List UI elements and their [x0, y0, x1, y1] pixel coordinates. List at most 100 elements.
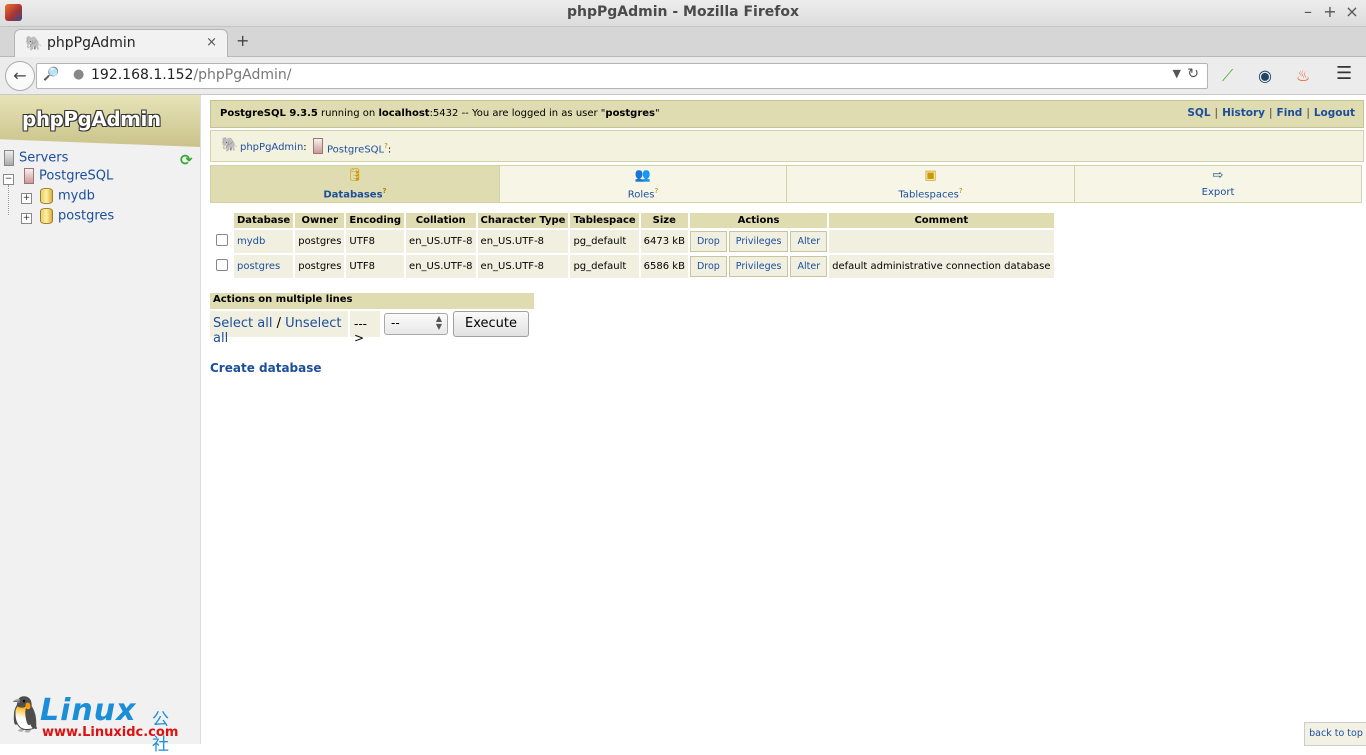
export-icon: ⇨ [1212, 168, 1224, 183]
alter-button[interactable]: Alter [790, 231, 828, 252]
create-database-link[interactable]: Create database [210, 361, 322, 375]
help-icon[interactable]: ? [655, 187, 659, 195]
tab-tablespaces[interactable]: ▣ Tablespaces? [786, 165, 1075, 203]
leaf-addon-icon[interactable]: ⟋ [1222, 66, 1233, 86]
tab-databases[interactable]: 🛢 Databases? [210, 165, 500, 203]
menu-icon[interactable]: ☰ [1336, 63, 1352, 84]
row-checkbox[interactable] [216, 234, 228, 246]
window-title: phpPgAdmin - Mozilla Firefox [567, 4, 799, 20]
cell-encoding: UTF8 [346, 255, 405, 278]
logged-in-end: " [655, 108, 660, 119]
tab-phppgadmin[interactable]: 🐘 phpPgAdmin × [14, 29, 228, 57]
cell-database: mydb [234, 230, 294, 253]
drop-button[interactable]: Drop [689, 231, 727, 252]
tab-databases-label: Databases? [211, 187, 499, 200]
logged-user: postgres [605, 108, 655, 119]
tab-tablespaces-text: Tablespaces [898, 189, 959, 201]
multi-actions-header: Actions on multiple lines [210, 293, 534, 309]
tree-server-postgresql[interactable]: PostgreSQL [24, 168, 113, 184]
help-icon[interactable]: ? [383, 187, 387, 195]
privileges-button[interactable]: Privileges [728, 256, 789, 277]
expand-icon[interactable]: + [21, 213, 32, 224]
maximize-icon[interactable]: + [1320, 2, 1340, 21]
select-separator: / [272, 316, 286, 331]
tab-export-label: Export [1201, 187, 1235, 198]
execute-button[interactable]: Execute [453, 311, 529, 337]
tab-close-icon[interactable]: × [206, 35, 217, 50]
tab-export[interactable]: ⇨ Export [1074, 165, 1362, 203]
tablespaces-icon: ▣ [924, 168, 937, 183]
databases-table: Database Owner Encoding Collation Charac… [210, 211, 1056, 280]
table-row: postgres postgres UTF8 en_US.UTF-8 en_US… [212, 255, 1054, 278]
main-content: PostgreSQL 9.3.5 running on localhost:54… [210, 95, 1364, 744]
collapse-icon[interactable]: − [3, 174, 14, 185]
table-header-row: Database Owner Encoding Collation Charac… [212, 213, 1054, 228]
cell-size: 6586 kB [640, 255, 688, 278]
cell-alter: Alter [790, 255, 828, 278]
breadcrumb-server-link[interactable]: PostgreSQL [327, 144, 384, 155]
new-tab-button[interactable]: + [236, 31, 249, 50]
alter-button[interactable]: Alter [790, 256, 828, 277]
server-icon [313, 138, 323, 154]
cell-privileges: Privileges [728, 230, 789, 253]
database-link[interactable]: mydb [237, 236, 265, 247]
row-checkbox-cell [212, 230, 232, 253]
select-all-link[interactable]: Select all [213, 316, 272, 331]
header-actions: Actions [689, 213, 828, 228]
url-bar[interactable]: 🔎 ● 192.168.1.152/phpPgAdmin/ ▼ ↻ [36, 63, 1208, 89]
tree-db-label: mydb [58, 188, 95, 204]
logout-link[interactable]: Logout [1314, 107, 1355, 119]
tab-tablespaces-label: Tablespaces? [787, 187, 1074, 200]
row-checkbox[interactable] [216, 259, 228, 271]
cell-character-type: en_US.UTF-8 [477, 230, 569, 253]
url-host: 192.168.1.152 [91, 67, 194, 83]
tree-servers-label: Servers [19, 150, 69, 166]
header-comment: Comment [829, 213, 1054, 228]
tab-roles[interactable]: 👥 Roles? [499, 165, 787, 203]
expand-icon[interactable]: + [21, 193, 32, 204]
tree-servers[interactable]: Servers [4, 150, 68, 166]
top-info-bar: PostgreSQL 9.3.5 running on localhost:54… [210, 100, 1364, 128]
firebug-icon[interactable]: ♨ [1296, 66, 1310, 85]
breadcrumb-app-link[interactable]: phpPgAdmin [240, 142, 303, 153]
select-links: Select all / Unselect all [210, 311, 348, 346]
sql-link[interactable]: SQL [1187, 107, 1210, 119]
elephant-icon: 🐘 [25, 36, 43, 52]
cell-alter: Alter [790, 230, 828, 253]
header-character-type: Character Type [477, 213, 569, 228]
cell-drop: Drop [689, 230, 727, 253]
help-icon[interactable]: ? [959, 187, 963, 195]
url-path: /phpPgAdmin/ [193, 67, 292, 83]
running-on-text: running on [317, 108, 379, 119]
cell-comment [829, 230, 1054, 253]
minimize-icon[interactable]: – [1298, 2, 1318, 21]
drop-button[interactable]: Drop [689, 256, 727, 277]
cell-character-type: en_US.UTF-8 [477, 255, 569, 278]
help-icon[interactable]: ? [384, 142, 388, 150]
arrow-text: ---> [350, 311, 380, 345]
cell-database: postgres [234, 255, 294, 278]
tree-db-mydb[interactable]: mydb [40, 188, 95, 204]
globe-addon-icon[interactable]: ◉ [1258, 66, 1272, 85]
logged-in-text: -- You are logged in as user " [458, 108, 606, 119]
close-window-icon[interactable]: × [1342, 2, 1362, 21]
url-dropdown-icon[interactable]: ▼ [1173, 67, 1181, 80]
database-icon [40, 188, 53, 204]
site-identity-icon[interactable]: 🔎 [43, 67, 59, 82]
privileges-button[interactable]: Privileges [728, 231, 789, 252]
watermark-site: www.Linuxidc.com [42, 725, 179, 740]
server-port: :5432 [429, 108, 459, 119]
header-size: Size [640, 213, 688, 228]
refresh-icon[interactable]: ⟳ [180, 151, 193, 169]
reload-icon[interactable]: ↻ [1187, 66, 1199, 82]
back-button[interactable]: ← [5, 61, 35, 91]
tree-line [8, 185, 9, 215]
find-link[interactable]: Find [1277, 107, 1303, 119]
history-link[interactable]: History [1222, 107, 1265, 119]
tree-db-postgres[interactable]: postgres [40, 208, 114, 224]
database-link[interactable]: postgres [237, 261, 280, 272]
back-to-top-link[interactable]: back to top [1304, 722, 1366, 746]
url-text[interactable]: 192.168.1.152/phpPgAdmin/ [91, 67, 291, 83]
action-select[interactable]: -- ▲ ▼ [384, 313, 448, 335]
action-select-value: -- [391, 316, 400, 330]
